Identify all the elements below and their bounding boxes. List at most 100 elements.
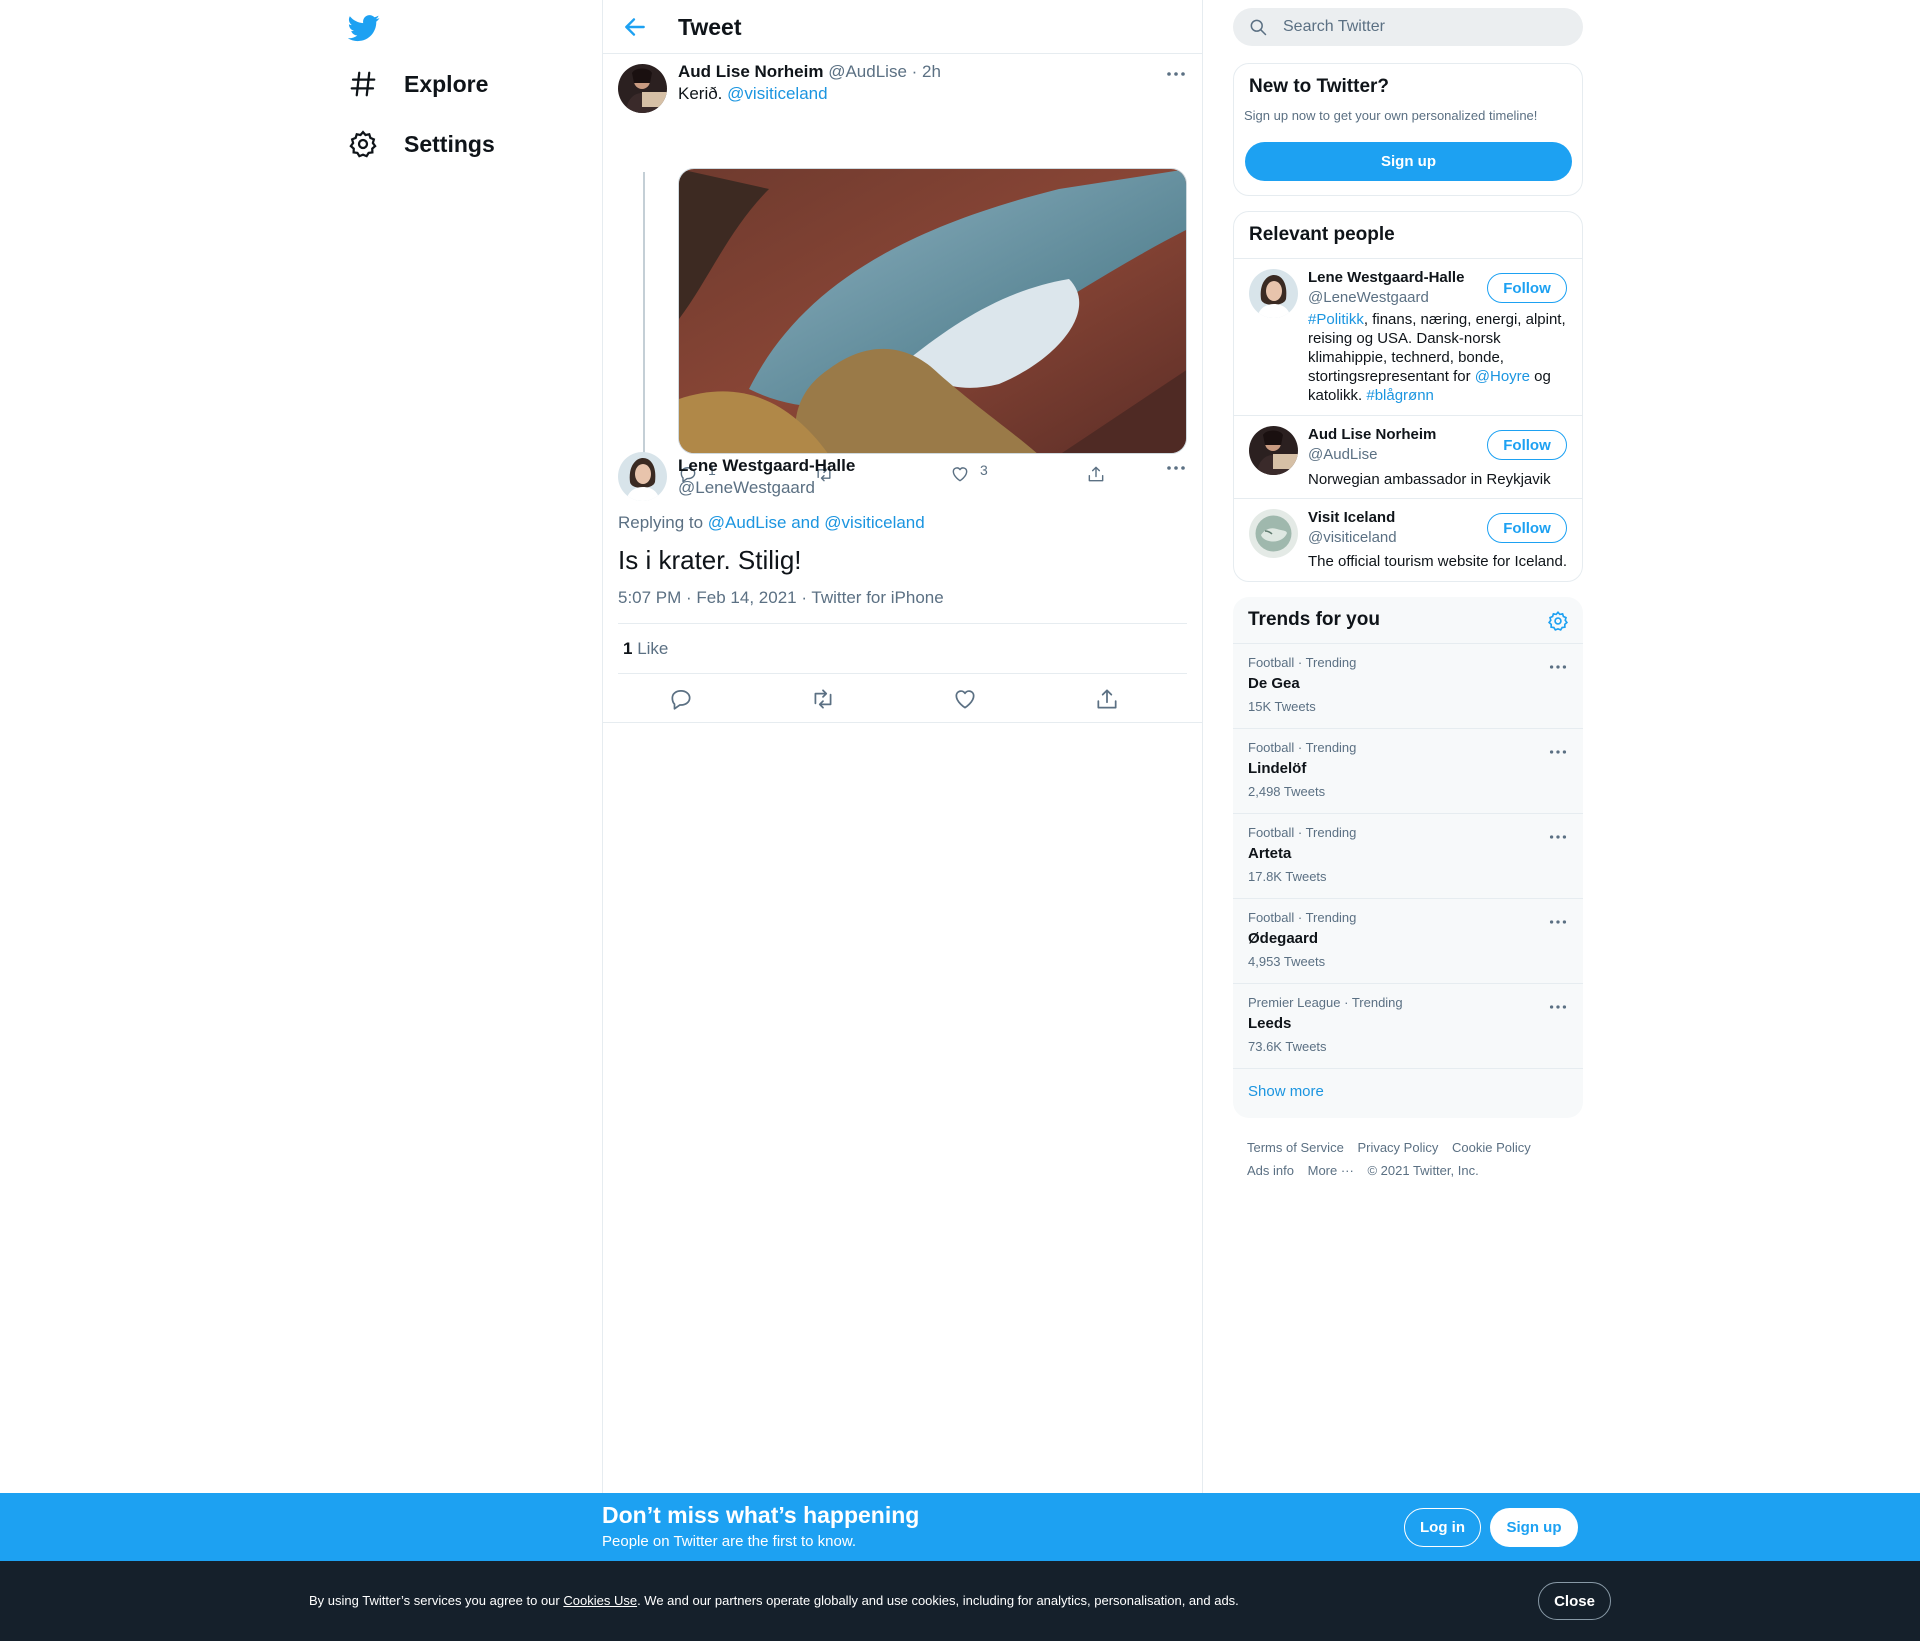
like-button[interactable]: 3 <box>950 462 988 484</box>
footer-ads-link[interactable]: Ads info <box>1247 1163 1294 1178</box>
person-item[interactable]: Lene Westgaard-Halle @LeneWestgaard Foll… <box>1234 258 1582 415</box>
cookie-text: By using Twitter’s services you agree to… <box>309 1593 1239 1608</box>
author-handle[interactable]: @AudLise <box>828 62 907 81</box>
divider <box>603 722 1202 723</box>
person-item[interactable]: Visit Iceland @visiticeland Follow The o… <box>1234 498 1582 581</box>
more-options-icon[interactable] <box>1547 996 1569 1018</box>
trend-meta: Football · Trending <box>1248 825 1357 840</box>
footer-links: Terms of Service Privacy Policy Cookie P… <box>1247 1136 1577 1182</box>
avatar[interactable] <box>1249 509 1298 558</box>
search-icon <box>1250 19 1267 36</box>
footer-more-link[interactable]: More ··· <box>1308 1163 1354 1178</box>
search-input[interactable] <box>1283 18 1563 36</box>
reply-icon[interactable] <box>668 686 694 712</box>
trend-item[interactable]: Football · Trending Lindelöf 2,498 Tweet… <box>1233 728 1583 813</box>
more-options-icon[interactable] <box>1547 741 1569 763</box>
parent-tweet[interactable]: Aud Lise Norheim @AudLise · 2h Kerið. @v… <box>603 54 1202 497</box>
back-arrow-icon[interactable] <box>622 14 648 40</box>
trend-item[interactable]: Football · Trending Arteta 17.8K Tweets <box>1233 813 1583 898</box>
show-more-link[interactable]: Show more <box>1248 1083 1324 1100</box>
likes-count: 1 <box>623 639 633 658</box>
tweet-author-block[interactable]: Lene Westgaard-Halle @LeneWestgaard <box>678 456 855 498</box>
author-handle[interactable]: @LeneWestgaard <box>678 478 855 498</box>
trends-title: Trends for you <box>1248 609 1380 630</box>
more-options-icon[interactable] <box>1164 456 1188 480</box>
nav-explore[interactable]: Explore <box>348 64 488 104</box>
person-handle[interactable]: @AudLise <box>1308 446 1377 463</box>
share-icon <box>1088 466 1104 482</box>
follow-button[interactable]: Follow <box>1487 513 1567 543</box>
retweet-icon[interactable] <box>810 686 836 712</box>
replying-to-links[interactable]: @AudLise and @visiticeland <box>708 513 925 532</box>
replying-prefix: Replying to <box>618 513 704 532</box>
banner-title: Don’t miss what’s happening <box>602 1502 920 1528</box>
divider <box>1233 1068 1583 1069</box>
heart-icon[interactable] <box>952 686 978 712</box>
share-button[interactable] <box>1086 464 1116 484</box>
heart-icon <box>952 467 968 482</box>
gear-icon[interactable] <box>1547 610 1569 632</box>
hashtag-icon <box>348 69 378 99</box>
banner-subtitle: People on Twitter are the first to know. <box>602 1533 857 1550</box>
nav-settings[interactable]: Settings <box>348 124 495 164</box>
footer-terms-link[interactable]: Terms of Service <box>1247 1140 1344 1155</box>
nav-explore-label: Explore <box>404 70 489 97</box>
person-handle[interactable]: @visiticeland <box>1308 529 1397 546</box>
search-box[interactable] <box>1233 8 1583 46</box>
footer-cookie-link[interactable]: Cookie Policy <box>1452 1140 1531 1155</box>
more-options-icon[interactable] <box>1547 826 1569 848</box>
follow-button[interactable]: Follow <box>1487 430 1567 460</box>
trend-name: Ødegaard <box>1248 930 1319 947</box>
person-name[interactable]: Visit Iceland <box>1308 509 1395 526</box>
twitter-logo-icon[interactable] <box>348 12 380 44</box>
likes-summary[interactable]: 1 Like <box>623 639 668 659</box>
more-options-icon[interactable] <box>1547 911 1569 933</box>
footer-privacy-link[interactable]: Privacy Policy <box>1357 1140 1438 1155</box>
trend-item[interactable]: Football · Trending De Gea 15K Tweets <box>1233 643 1583 728</box>
mention-link[interactable]: @Hoyre <box>1475 368 1530 385</box>
close-button[interactable]: Close <box>1538 1582 1611 1620</box>
author-name[interactable]: Aud Lise Norheim <box>678 62 823 81</box>
new-to-twitter-card: New to Twitter? Sign up now to get your … <box>1233 63 1583 196</box>
tweet-timestamp[interactable]: 5:07 PM · Feb 14, 2021 · Twitter for iPh… <box>618 588 944 608</box>
like-count: 3 <box>980 462 988 478</box>
hashtag-link[interactable]: #blågrønn <box>1366 387 1434 404</box>
trend-item[interactable]: Premier League · Trending Leeds 73.6K Tw… <box>1233 983 1583 1068</box>
person-handle[interactable]: @LeneWestgaard <box>1308 289 1429 306</box>
hashtag-link[interactable]: #Politikk <box>1308 311 1364 328</box>
author-name[interactable]: Lene Westgaard-Halle <box>678 456 855 476</box>
avatar[interactable] <box>1249 426 1298 475</box>
avatar[interactable] <box>618 64 667 113</box>
trend-count: 2,498 Tweets <box>1248 784 1326 799</box>
tweet-time[interactable]: · 2h <box>912 62 941 81</box>
cookie-suffix: . We and our partners operate globally a… <box>637 1593 1239 1608</box>
thread-line <box>643 172 645 497</box>
mention-link[interactable]: @visiticeland <box>727 84 827 103</box>
more-options-icon[interactable] <box>1164 62 1188 86</box>
trend-item[interactable]: Football · Trending Ødegaard 4,953 Tweet… <box>1233 898 1583 983</box>
avatar[interactable] <box>618 452 667 501</box>
person-item[interactable]: Aud Lise Norheim @AudLise Follow Norwegi… <box>1234 415 1582 498</box>
trends-card: Trends for you Football · Trending De Ge… <box>1233 597 1583 1118</box>
sign-up-button[interactable]: Sign up <box>1245 142 1572 181</box>
cookies-use-link[interactable]: Cookies Use <box>563 1593 637 1608</box>
sign-up-button[interactable]: Sign up <box>1490 1508 1578 1547</box>
divider <box>618 673 1187 674</box>
person-name[interactable]: Lene Westgaard-Halle <box>1308 269 1464 286</box>
more-options-icon[interactable] <box>1547 656 1569 678</box>
tweet-photo[interactable] <box>678 168 1187 454</box>
page-header: Tweet <box>603 0 1202 54</box>
trend-name: Leeds <box>1248 1015 1292 1032</box>
person-bio: The official tourism website for Iceland… <box>1308 553 1568 570</box>
share-icon[interactable] <box>1094 686 1120 712</box>
trend-count: 17.8K Tweets <box>1248 869 1327 884</box>
person-bio: #Politikk, finans, næring, energi, alpin… <box>1308 310 1568 405</box>
avatar[interactable] <box>1249 269 1298 318</box>
tweet-text: Kerið. @visiticeland <box>678 84 828 104</box>
follow-button[interactable]: Follow <box>1487 273 1567 303</box>
nav-settings-label: Settings <box>404 130 495 157</box>
log-in-button[interactable]: Log in <box>1404 1508 1481 1547</box>
relevant-people-title: Relevant people <box>1249 224 1395 245</box>
person-name[interactable]: Aud Lise Norheim <box>1308 426 1436 443</box>
tweet-header: Aud Lise Norheim @AudLise · 2h <box>678 62 941 82</box>
